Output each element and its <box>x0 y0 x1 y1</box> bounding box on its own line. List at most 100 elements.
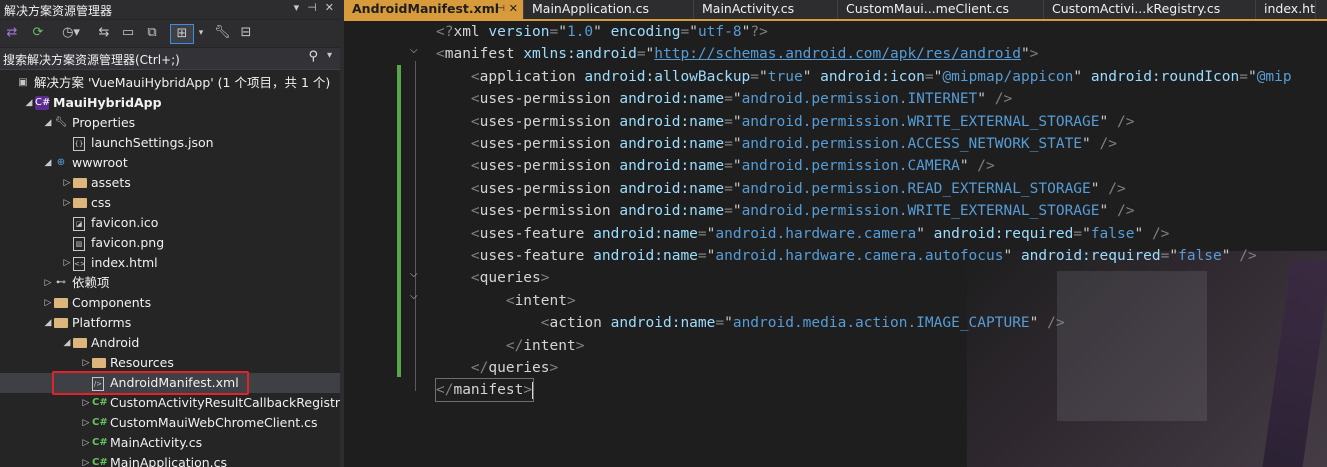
tree-item[interactable]: ◢ Platforms <box>0 313 340 333</box>
code-token: = <box>1239 68 1248 85</box>
tree-item[interactable]: ▣ 解决方案 'VueMauiHybridApp' (1 个项目，共 1 个) <box>0 73 340 93</box>
editor-tab[interactable]: AndroidManifest.xml ⊣ ✕ <box>344 0 524 19</box>
code-token: " <box>977 91 995 108</box>
collapsed-arrow-icon[interactable]: ▷ <box>61 173 73 193</box>
tree-item[interactable]: ▷ css <box>0 193 340 213</box>
search-input[interactable]: 搜索解决方案资源管理器(Ctrl+;) <box>3 51 180 68</box>
solution-explorer-search[interactable]: 搜索解决方案资源管理器(Ctrl+;) ⚲ ▾ <box>0 48 340 70</box>
fold-queries-icon[interactable]: ⌵ <box>410 269 418 280</box>
tree-item[interactable]: ▷ ⊷ 依赖项 <box>0 273 340 293</box>
tree-item[interactable]: ▷ C# MainApplication.cs <box>0 453 340 467</box>
sync-icon[interactable]: ⟳ <box>30 24 46 42</box>
code-token: " <box>1020 46 1030 63</box>
collapsed-arrow-icon[interactable]: ▷ <box>61 193 73 213</box>
collapsed-arrow-icon[interactable]: ▷ <box>80 393 92 413</box>
history-icon[interactable]: ◷▾ <box>60 24 82 42</box>
code-line[interactable]: <uses-permission android:name="android.p… <box>436 133 1117 155</box>
tree-item[interactable]: ◪ favicon.ico <box>0 213 340 233</box>
code-line[interactable]: <intent> <box>436 290 576 312</box>
expanded-arrow-icon[interactable]: ◢ <box>42 113 54 133</box>
collapsed-arrow-icon[interactable]: ▷ <box>80 413 92 433</box>
code-line[interactable]: <?xml version="1.0" encoding="utf-8"?> <box>436 21 768 43</box>
collapse-all-icon[interactable]: ▭ <box>120 24 136 42</box>
code-token: manifest <box>453 382 524 399</box>
fold-intent-icon[interactable]: ⌵ <box>410 291 418 302</box>
code-token: < <box>436 68 480 85</box>
code-line[interactable]: <manifest xmlns:android="http://schemas.… <box>436 43 1038 65</box>
collapsed-arrow-icon[interactable]: ▷ <box>42 273 54 293</box>
search-icon[interactable]: ⚲ <box>308 49 318 64</box>
tree-item[interactable]: ▷ C# MainActivity.cs <box>0 433 340 453</box>
tree-item-label: Android <box>91 335 140 350</box>
collapsed-arrow-icon[interactable]: ▷ <box>80 453 92 467</box>
pin-icon[interactable]: ⊣ <box>307 1 317 14</box>
tree-item[interactable]: ◢ C# MauiHybridApp <box>0 93 340 113</box>
tree-item[interactable]: ▷ Resources <box>0 353 340 373</box>
tree-item[interactable]: ▨ favicon.png <box>0 233 340 253</box>
collapsed-arrow-icon[interactable]: ▷ <box>61 253 73 273</box>
tree-item[interactable]: ▷ Components <box>0 293 340 313</box>
code-line[interactable]: </intent> <box>436 335 585 357</box>
tree-item[interactable]: {} launchSettings.json <box>0 133 340 153</box>
tree-item[interactable]: ▷ <> index.html <box>0 253 340 273</box>
window-options-icon[interactable]: ▾ <box>294 1 300 14</box>
editor-tab[interactable]: MainApplication.cs <box>524 0 694 19</box>
code-line[interactable]: </manifest> <box>434 378 535 403</box>
code-line[interactable]: <application android:allowBackup="true" … <box>436 66 1292 88</box>
code-token: " <box>1169 248 1179 264</box>
code-token: android:icon <box>820 68 925 85</box>
properties-wrench-icon[interactable]: 🔧︎ <box>214 24 231 42</box>
editor-tab[interactable]: CustomActivi...kRegistry.cs <box>1044 0 1256 19</box>
code-line[interactable]: <uses-permission android:name="android.p… <box>436 155 995 177</box>
pin-tab-icon[interactable]: ⊣ <box>497 0 505 18</box>
code-line[interactable]: <action android:name="android.media.acti… <box>436 312 1065 334</box>
close-tab-icon[interactable]: ✕ <box>509 0 518 18</box>
editor-tab[interactable]: index.ht <box>1256 0 1316 19</box>
collapsed-arrow-icon[interactable]: ▷ <box>80 433 92 453</box>
tree-item[interactable]: ◢ 🔧︎ Properties <box>0 113 340 133</box>
tree-item[interactable]: ◢ ⊕ wwwroot <box>0 153 340 173</box>
expanded-arrow-icon[interactable]: ◢ <box>42 313 54 333</box>
editor-tab-bar: AndroidManifest.xml ⊣ ✕ MainApplication.cs M… <box>344 0 1327 19</box>
code-token: android:allowBackup <box>584 68 751 85</box>
chevron-down-icon[interactable]: ▾ <box>196 24 206 42</box>
preview-icon[interactable]: ⊟ <box>238 24 254 42</box>
fold-guide-line <box>415 61 416 391</box>
collapsed-arrow-icon[interactable]: ▷ <box>80 353 92 373</box>
tree-item[interactable]: ▷ assets <box>0 173 340 193</box>
editor-tab[interactable]: CustomMaui...meClient.cs <box>838 0 1044 19</box>
code-line[interactable]: <uses-feature android:name="android.hard… <box>436 245 1257 267</box>
tree-item[interactable]: ◢ Android <box>0 333 340 353</box>
vs-switch-icon[interactable]: ⇄ <box>4 24 20 42</box>
expanded-arrow-icon[interactable]: ◢ <box>61 333 73 353</box>
code-line[interactable]: <uses-permission android:name="android.p… <box>436 88 1012 110</box>
view-toggle-icon[interactable]: ⊞ <box>170 24 194 44</box>
collapsed-arrow-icon[interactable]: ▷ <box>42 293 54 313</box>
tree-item[interactable]: ▷ C# CustomActivityResultCallbackRegistry.… <box>0 393 340 413</box>
code-line[interactable]: <uses-permission android:name="android.p… <box>436 178 1126 200</box>
code-token: android.permission.CAMERA <box>741 158 960 175</box>
code-token: uses-permission <box>479 91 620 108</box>
code-line[interactable]: <uses-feature android:name="android.hard… <box>436 223 1170 245</box>
expanded-arrow-icon[interactable]: ◢ <box>42 153 54 173</box>
code-line[interactable]: <queries> <box>436 267 550 289</box>
code-editor[interactable]: ⌵ ⌵ ⌵ <?xml version="1.0" encoding="utf-… <box>344 21 1327 467</box>
show-all-files-icon[interactable]: ⧉ <box>144 24 160 42</box>
code-token: /> <box>1099 136 1117 152</box>
code-token: < <box>436 158 480 175</box>
code-token: version <box>488 24 550 40</box>
code-line[interactable]: </queries> <box>436 357 558 379</box>
tree-item[interactable]: ▷ C# CustomMauiWebChromeClient.cs <box>0 413 340 433</box>
code-token: " <box>959 158 978 175</box>
close-icon[interactable]: ✕ <box>325 1 334 14</box>
code-token: queries <box>488 360 550 376</box>
editor-tab[interactable]: MainActivity.cs <box>694 0 838 19</box>
tree-item-label: index.html <box>91 255 158 270</box>
dependencies-icon: ⊷ <box>56 277 66 288</box>
back-forward-icon[interactable]: ⇆ <box>96 24 112 42</box>
search-options-icon[interactable]: ▾ <box>327 50 332 61</box>
code-line[interactable]: <uses-permission android:name="android.p… <box>436 200 1135 222</box>
fold-manifest-icon[interactable]: ⌵ <box>410 45 418 56</box>
code-line[interactable]: <uses-permission android:name="android.p… <box>436 111 1135 133</box>
expanded-arrow-icon[interactable]: ◢ <box>23 93 35 113</box>
